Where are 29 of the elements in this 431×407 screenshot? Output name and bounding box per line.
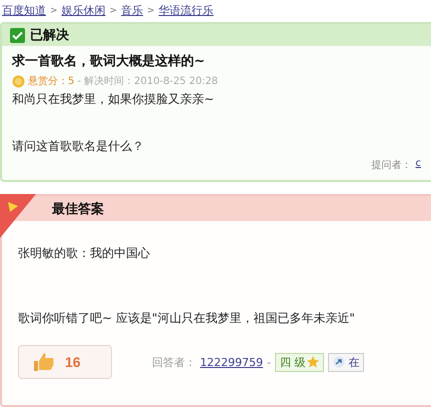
status-label: 已解决 — [30, 27, 69, 44]
thumbs-up-icon — [33, 352, 55, 372]
breadcrumb-link[interactable]: 华语流行乐 — [158, 3, 214, 18]
answerer-link[interactable]: 122299759 — [200, 356, 263, 368]
question-text: 请问这首歌歌名是什么？ — [12, 138, 145, 155]
breadcrumb-separator: > — [110, 6, 118, 16]
question-text: 和尚只在我梦里，如果你摸脸又亲亲~ — [12, 91, 216, 108]
breadcrumb-link[interactable]: 百度知道 — [2, 3, 46, 18]
star-icon — [307, 356, 320, 368]
breadcrumb-separator: > — [50, 6, 58, 16]
answer-text: 歌词你听错了吧~ 应该是"河山只在我梦里，祖国已多年未亲近" — [18, 310, 356, 327]
answer-title: 最佳答案 — [52, 200, 104, 218]
level-badge: 四 级 — [274, 352, 324, 372]
breadcrumb-separator: > — [147, 6, 155, 16]
answer-text: 张明敏的歌：我的中国心 — [18, 245, 151, 262]
asker-label: 提问者： — [372, 158, 412, 172]
answerer-label: 回答者： — [152, 354, 196, 370]
check-icon — [10, 28, 25, 42]
breadcrumb-link[interactable]: 娱乐休闲 — [62, 3, 106, 18]
arrow-icon — [333, 356, 346, 368]
separator: - — [267, 356, 271, 368]
breadcrumb-link[interactable]: 音乐 — [121, 3, 144, 18]
coin-icon — [12, 74, 25, 88]
asker-link[interactable]: c — [416, 158, 421, 172]
reward-points: 悬赏分：5 — [28, 74, 74, 88]
question-title: 求一首歌名，歌词大概是这样的~ — [12, 52, 206, 70]
resolved-time: - 解决时间：2010-8-25 20:28 — [77, 74, 218, 88]
flag-icon — [0, 194, 36, 238]
preview-button[interactable]: 在 — [328, 352, 364, 372]
